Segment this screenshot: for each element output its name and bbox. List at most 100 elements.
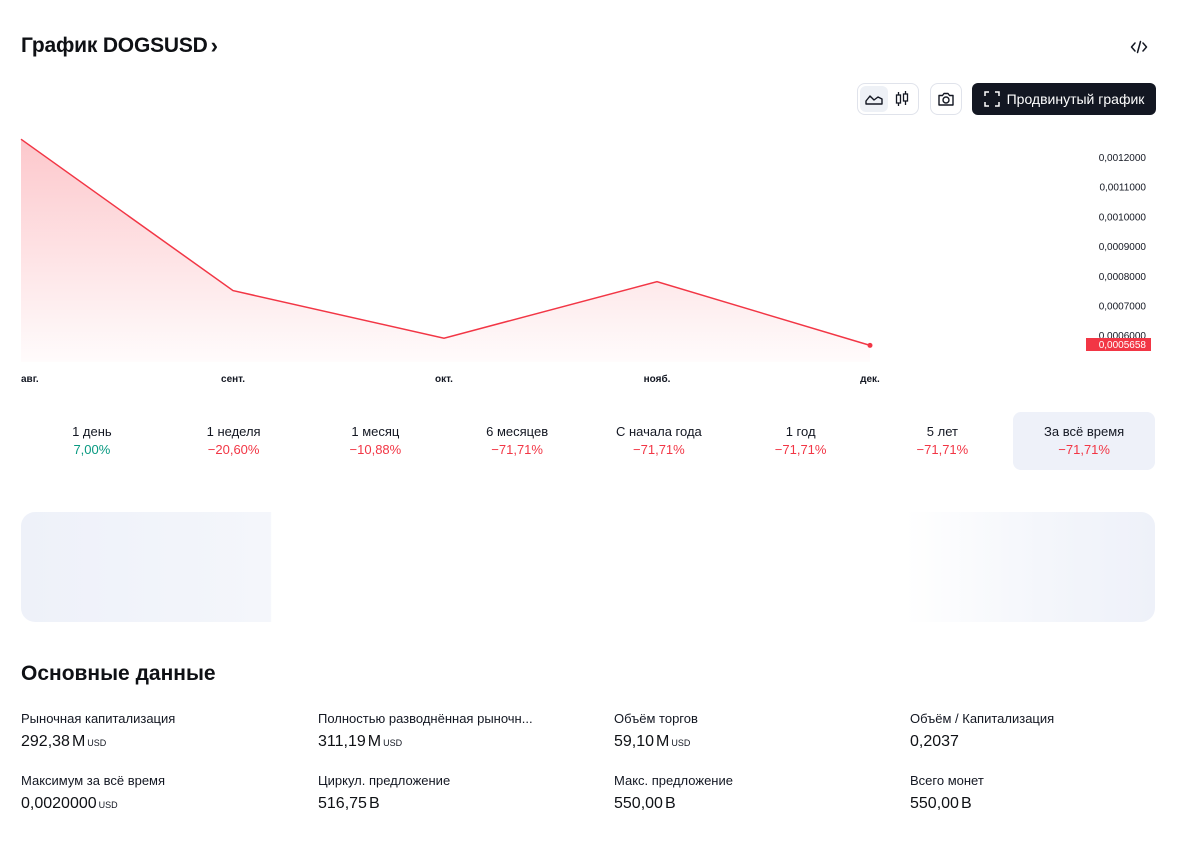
key-stat: Полностью разводнённая рыночн... 311,19 M U… [318, 710, 568, 754]
key-data-title: Основные данные [21, 662, 216, 685]
period-change: −71,71% [916, 442, 969, 457]
candlestick-icon [895, 91, 909, 106]
area-style-button[interactable] [860, 86, 888, 112]
key-stat: Объём торгов 59,10 M USD [614, 710, 864, 754]
period-change: −71,71% [633, 442, 685, 457]
period-change: −71,71% [774, 442, 827, 457]
period-label: 1 неделя [206, 424, 261, 439]
key-stat-label: Объём торгов [614, 711, 698, 726]
period-tab[interactable]: 1 день 7,00% [21, 412, 163, 470]
key-stat-unit: USD [98, 800, 118, 810]
key-stat-suffix: M [656, 733, 670, 750]
period-label: За всё время [1044, 424, 1125, 439]
key-stat-number: 550,00 [614, 795, 663, 812]
period-tab[interactable]: 6 месяцев −71,71% [446, 412, 588, 470]
chevron-right-icon: › [210, 33, 218, 58]
key-stat-suffix: B [368, 795, 380, 812]
key-stat-value: 516,75 B [318, 793, 568, 815]
period-label: С начала года [615, 424, 702, 439]
key-stat-value: 0,0020000 USD [21, 793, 271, 816]
period-label: 1 день [72, 424, 112, 439]
key-stat: Всего монет 550,00 B [910, 772, 1160, 815]
advanced-chart-button[interactable]: Продвинутый график [972, 83, 1156, 115]
key-stat-number: 59,10 [614, 733, 655, 750]
key-stat: Макс. предложение 550,00 B [614, 772, 864, 815]
key-stat: Объём / Капитализация 0,2037 [910, 710, 1160, 753]
period-selector: 1 день 7,00% 1 неделя −20,60% 1 месяц −10,88%… [21, 412, 1155, 470]
period-change: −71,71% [491, 442, 543, 457]
price-area [21, 139, 870, 362]
y-tick-label: 0,0007000 [1099, 302, 1147, 313]
key-stat-number: 516,75 [318, 795, 367, 812]
x-tick-label: сент. [221, 374, 245, 385]
key-stat-suffix: B [960, 795, 972, 812]
advanced-chart-label: Продвинутый график [1006, 91, 1145, 107]
x-tick-label: окт. [435, 374, 453, 385]
period-change: −10,88% [349, 442, 402, 457]
key-stat-label: Рыночная капитализация [21, 711, 176, 726]
y-tick-label: 0,0012000 [1099, 153, 1147, 164]
y-tick-label: 0,0011000 [1099, 183, 1146, 194]
camera-icon [938, 92, 954, 106]
key-stat-number: 292,38 [21, 733, 70, 750]
key-stat: Рыночная капитализация 292,38 M USD [21, 710, 271, 754]
key-stat-value: 550,00 B [910, 793, 1160, 815]
chart-toolbar: Продвинутый график [857, 82, 1156, 116]
period-tab[interactable]: За всё время −71,71% [1013, 412, 1155, 470]
area-chart-icon [865, 95, 883, 105]
x-tick-label: авг. [21, 374, 39, 385]
key-stat-label: Макс. предложение [614, 773, 733, 788]
key-stat-value: 550,00 B [614, 793, 864, 815]
page-title: График DOGSUSD [21, 34, 208, 57]
price-chart[interactable]: 0,0012000 0,0011000 0,0010000 0,0009000 0,00… [0, 120, 1181, 400]
key-stat: Максимум за всё время 0,0020000 USD [21, 772, 271, 816]
period-tab[interactable]: 5 лет −71,71% [872, 412, 1014, 470]
last-price-label: 0,0005658 [1099, 340, 1147, 351]
period-label: 1 месяц [351, 424, 400, 439]
code-icon [1130, 40, 1148, 54]
period-label: 6 месяцев [486, 424, 549, 439]
x-tick-label: дек. [860, 374, 880, 385]
y-tick-label: 0,0008000 [1099, 272, 1147, 283]
key-stat-label: Циркул. предложение [318, 773, 451, 788]
period-tab[interactable]: 1 год −71,71% [730, 412, 872, 470]
y-tick-label: 0,0010000 [1099, 212, 1147, 223]
embed-code-button[interactable] [1124, 34, 1154, 60]
chart-title-link[interactable]: График DOGSUSD › [21, 34, 218, 58]
key-stat-label: Полностью разводнённая рыночн... [318, 711, 533, 726]
key-stat-number: 311,19 [318, 733, 366, 750]
period-change: −71,71% [1058, 442, 1110, 457]
key-stat-value: 292,38 M USD [21, 731, 271, 754]
x-tick-label: нояб. [644, 373, 671, 385]
key-stat: Циркул. предложение 516,75 B [318, 772, 568, 815]
period-tab[interactable]: 1 неделя −20,60% [163, 412, 305, 470]
key-stat-value: 0,2037 [910, 731, 1160, 753]
period-tab[interactable]: 1 месяц −10,88% [305, 412, 447, 470]
loading-placeholder [21, 512, 1155, 622]
candles-style-button[interactable] [888, 86, 916, 112]
key-stat-label: Объём / Капитализация [910, 711, 1055, 726]
key-stat-number: 0,0020000 [21, 795, 97, 812]
period-label: 1 год [785, 424, 816, 439]
key-stat-unit: USD [87, 738, 107, 748]
key-stat-suffix: M [71, 733, 86, 750]
key-stat-value: 311,19 M USD [318, 731, 568, 754]
key-stat-value: 59,10 M USD [614, 731, 864, 754]
key-stat-label: Всего монет [910, 773, 984, 788]
key-stat-unit: USD [383, 738, 403, 748]
period-change: 7,00% [73, 442, 111, 457]
key-stat-number: 0,2037 [910, 733, 959, 750]
period-label: 5 лет [926, 424, 958, 439]
last-point [867, 342, 873, 348]
y-tick-label: 0,0009000 [1099, 242, 1147, 253]
key-stat-number: 550,00 [910, 795, 959, 812]
period-change: −20,60% [207, 442, 260, 457]
chart-style-switch [857, 83, 919, 115]
key-stat-label: Максимум за всё время [21, 773, 166, 788]
key-stat-unit: USD [671, 738, 691, 748]
key-stat-suffix: M [367, 733, 382, 750]
fullscreen-icon [983, 91, 1000, 107]
key-stat-suffix: B [664, 795, 676, 812]
period-tab[interactable]: С начала года −71,71% [588, 412, 730, 470]
screenshot-button[interactable] [930, 83, 962, 115]
